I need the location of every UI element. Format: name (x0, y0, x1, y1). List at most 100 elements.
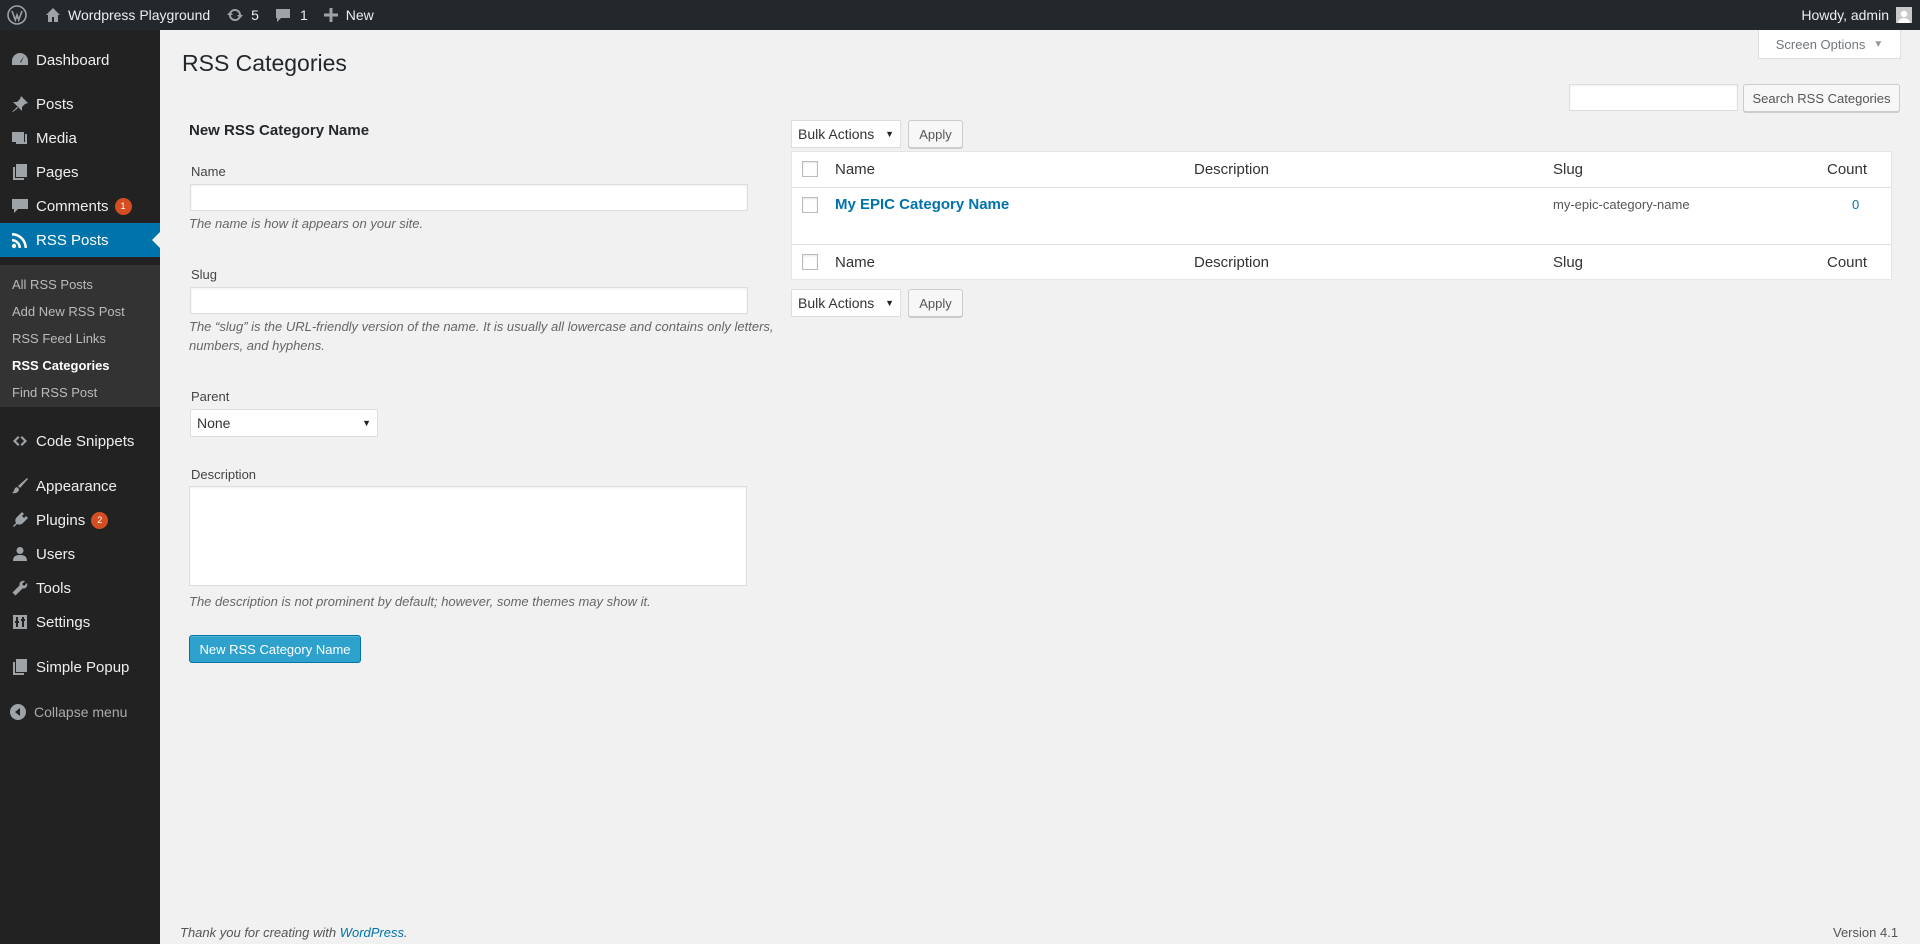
header-divider (792, 187, 1891, 188)
updates-link[interactable]: 5 (218, 0, 267, 30)
category-name-link[interactable]: My EPIC Category Name (835, 196, 1009, 213)
bulk-actions-label: Bulk Actions (798, 126, 875, 142)
avatar (1896, 7, 1912, 23)
dropdown-arrow-icon: ▼ (885, 129, 894, 139)
column-footer-slug[interactable]: Slug (1553, 254, 1583, 271)
name-input[interactable] (190, 184, 748, 211)
column-footer-count[interactable]: Count (1827, 254, 1867, 271)
apply-button-bottom[interactable]: Apply (908, 289, 963, 317)
wordpress-logo-icon (7, 5, 27, 25)
column-header-name[interactable]: Name (835, 161, 875, 178)
menu-item-users[interactable]: Users (0, 537, 160, 571)
slug-hint-line-1: The “slug” is the URL-friendly version o… (189, 319, 774, 334)
comments-link[interactable]: 1 (267, 0, 316, 30)
description-hint: The description is not prominent by defa… (189, 594, 651, 609)
apply-button-top[interactable]: Apply (908, 120, 963, 148)
submenu-all-rss-posts[interactable]: All RSS Posts (12, 277, 93, 292)
greeting: Howdy, admin (1801, 7, 1889, 23)
parent-select[interactable]: None ▼ (190, 409, 378, 437)
footer-thanks: Thank you for creating with WordPress. (180, 925, 408, 940)
new-label: New (345, 7, 374, 23)
my-account-link[interactable]: Howdy, admin (1793, 0, 1920, 30)
comments-count: 1 (299, 7, 308, 23)
bulk-actions-select-top[interactable]: Bulk Actions ▼ (791, 120, 901, 148)
name-label: Name (191, 164, 226, 179)
home-icon (46, 8, 60, 22)
column-footer-description: Description (1194, 254, 1270, 271)
bulk-actions-label: Bulk Actions (798, 295, 875, 311)
screen-options-label: Screen Options (1775, 36, 1866, 52)
name-hint: The name is how it appears on your site. (189, 216, 424, 231)
collapse-arrow-icon (10, 704, 26, 720)
parent-label: Parent (191, 389, 230, 404)
admin-bar: Wordpress Playground 5 1 New Howdy, admi… (0, 0, 1920, 30)
menu-item-rss-posts[interactable]: RSS Posts (0, 223, 160, 257)
select-all-checkbox-top[interactable] (802, 161, 818, 177)
menu-item-plugins[interactable]: Plugins 2 (0, 503, 160, 537)
menu-item-tools[interactable]: Tools (0, 571, 160, 605)
user-icon (10, 544, 30, 564)
slug-hint-line-2: numbers, and hyphens. (189, 338, 325, 353)
pages-icon (10, 162, 30, 182)
submenu-add-new-rss-post[interactable]: Add New RSS Post (12, 304, 125, 319)
form-heading: New RSS Category Name (189, 122, 370, 139)
slug-input[interactable] (190, 287, 748, 314)
page-title: RSS Categories (182, 50, 347, 76)
submenu-find-rss-post[interactable]: Find RSS Post (12, 385, 97, 400)
menu-item-posts[interactable]: Posts (0, 87, 160, 121)
menu-item-media[interactable]: Media (0, 121, 160, 155)
pin-icon (10, 94, 30, 114)
slug-label: Slug (191, 267, 218, 282)
dashboard-icon (10, 50, 30, 70)
wordpress-link[interactable]: WordPress (340, 925, 404, 940)
menu-item-appearance[interactable]: Appearance (0, 469, 160, 503)
search-input[interactable] (1569, 84, 1738, 111)
plus-icon (323, 8, 338, 22)
menu-item-settings[interactable]: Settings (0, 605, 160, 639)
category-count-link[interactable]: 0 (1852, 197, 1859, 212)
comments-badge: 1 (114, 197, 132, 215)
column-header-slug[interactable]: Slug (1553, 161, 1583, 178)
updates-icon (227, 8, 244, 22)
new-content-link[interactable]: New (316, 0, 382, 30)
updates-count: 5 (251, 7, 259, 23)
search-categories-button[interactable]: Search RSS Categories (1743, 84, 1900, 112)
site-name: Wordpress Playground (68, 7, 211, 23)
site-name-link[interactable]: Wordpress Playground (37, 0, 218, 30)
screen-options-button[interactable]: Screen Options ▼ (1758, 30, 1901, 59)
popup-icon (10, 657, 30, 677)
submenu-rss-categories[interactable]: RSS Categories (12, 358, 110, 373)
parent-select-value: None (197, 415, 231, 431)
comment-icon (275, 9, 290, 22)
category-slug: my-epic-category-name (1553, 197, 1690, 212)
footer-version: Version 4.1 (1833, 925, 1899, 940)
plugins-badge: 2 (91, 511, 109, 529)
column-header-count[interactable]: Count (1827, 161, 1867, 178)
menu-item-simple-popup[interactable]: Simple Popup (0, 650, 160, 684)
bulk-actions-select-bottom[interactable]: Bulk Actions ▼ (791, 289, 901, 317)
column-footer-name[interactable]: Name (835, 254, 875, 271)
triangle-down-icon: ▼ (1873, 38, 1884, 50)
settings-icon (10, 612, 30, 632)
media-icon (10, 128, 30, 148)
rss-posts-submenu: All RSS Posts Add New RSS Post RSS Feed … (0, 265, 160, 407)
description-textarea[interactable] (189, 486, 747, 586)
footer-divider (792, 244, 1891, 245)
menu-item-code-snippets[interactable]: Code Snippets (0, 424, 160, 458)
menu-item-dashboard[interactable]: Dashboard (0, 43, 160, 77)
menu-item-pages[interactable]: Pages (0, 155, 160, 189)
description-label: Description (191, 467, 257, 482)
select-all-checkbox-bottom[interactable] (802, 254, 818, 270)
rss-icon (10, 230, 30, 250)
row-checkbox[interactable] (802, 197, 818, 213)
comment-icon (10, 196, 30, 216)
dropdown-arrow-icon: ▼ (362, 418, 371, 428)
menu-item-comments[interactable]: Comments 1 (0, 189, 160, 223)
add-category-button[interactable]: New RSS Category Name (189, 635, 361, 663)
submenu-rss-feed-links[interactable]: RSS Feed Links (12, 331, 106, 346)
column-header-description: Description (1194, 161, 1270, 178)
avatar-icon (1898, 10, 1910, 23)
wordpress-logo-button[interactable] (0, 0, 37, 30)
collapse-menu-button[interactable]: Collapse menu (10, 704, 127, 720)
plugin-icon (10, 510, 30, 530)
